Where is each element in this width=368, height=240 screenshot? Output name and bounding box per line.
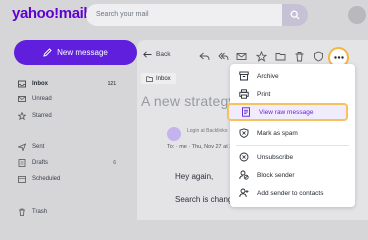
back-button[interactable]: Back [143,51,170,58]
star-icon [18,112,26,120]
menu-item-view-raw-message[interactable]: View raw message [227,103,348,121]
sender-avatar [167,127,181,141]
menu-item-label: Archive [257,72,279,80]
folder-chip[interactable]: Inbox [141,73,176,84]
search-button[interactable] [282,4,308,26]
folder-icon [146,75,153,82]
sender-name[interactable]: Login at Backlinko [187,128,228,134]
arrow-left-icon [143,51,152,58]
more-actions-menu: Archive Print View raw message Mark as s… [227,64,355,207]
search-input[interactable]: Search your mail [86,4,282,26]
menu-divider [236,145,349,146]
top-bar: yahoo!mail Search your mail [0,0,368,30]
avatar[interactable] [348,6,366,24]
menu-item-unsubscribe[interactable]: Unsubscribe [230,148,355,166]
message-meta: To: · me · Thu, Nov 27 at 3:... [167,144,239,150]
sidebar-item-sent[interactable]: Sent [18,140,128,154]
more-horizontal-icon [333,56,344,59]
new-message-button[interactable]: New message [14,40,137,65]
calendar-icon [18,176,26,183]
sidebar-item-label: Trash [32,209,48,215]
spam-shield-icon[interactable] [313,51,324,62]
menu-item-block-sender[interactable]: Block sender [230,166,355,184]
inbox-count: 121 [107,81,116,87]
raw-message-icon [242,107,250,117]
menu-item-label: Print [257,90,271,98]
sidebar-item-starred[interactable]: Starred [18,109,128,123]
move-folder-icon[interactable] [275,51,286,62]
unsubscribe-icon [239,152,249,162]
block-icon [239,170,249,180]
sidebar-item-drafts[interactable]: Drafts 6 [18,156,128,170]
trash-icon [19,208,25,216]
back-label: Back [156,51,171,58]
menu-item-label: Block sender [257,171,295,179]
reply-all-icon[interactable] [218,51,229,62]
inbox-icon [18,80,26,88]
search-icon [290,10,300,20]
sidebar-item-label: Inbox [32,81,48,87]
print-icon [239,89,249,99]
archive-icon [239,71,249,81]
star-icon[interactable] [256,51,267,62]
folder-label: Inbox [156,75,171,82]
sidebar-item-inbox[interactable]: Inbox 121 [18,77,128,91]
sidebar-item-label: Drafts [32,160,49,166]
message-body-line: Hey again, [175,172,214,181]
forward-icon[interactable] [236,51,247,62]
menu-item-label: Add sender to contacts [257,189,324,197]
menu-item-archive[interactable]: Archive [230,67,355,85]
menu-item-label: Unsubscribe [257,153,294,161]
sidebar-item-label: Unread [32,96,52,102]
add-contact-icon [239,188,249,198]
sidebar-item-label: Starred [32,113,52,119]
yahoo-mail-logo[interactable]: yahoo!mail [12,5,88,22]
sidebar-item-unread[interactable]: Unread [18,92,128,106]
draft-icon [18,159,26,167]
new-message-label: New message [57,48,108,57]
sidebar-item-label: Scheduled [32,176,61,182]
menu-item-mark-as-spam[interactable]: Mark as spam [230,124,355,142]
reply-icon[interactable] [199,51,210,62]
sidebar-item-label: Sent [32,144,45,150]
drafts-count: 6 [113,160,116,166]
delete-icon[interactable] [294,51,305,62]
menu-item-add-sender-to-contacts[interactable]: Add sender to contacts [230,184,355,202]
mail-icon [18,96,26,102]
menu-item-print[interactable]: Print [230,85,355,103]
send-icon [18,143,26,151]
menu-item-label: Mark as spam [257,129,298,137]
menu-item-label: View raw message [259,108,314,116]
pencil-icon [43,48,52,57]
spam-icon [239,128,249,138]
sidebar-item-trash[interactable]: Trash [18,205,128,219]
sidebar-item-scheduled[interactable]: Scheduled [18,172,128,186]
